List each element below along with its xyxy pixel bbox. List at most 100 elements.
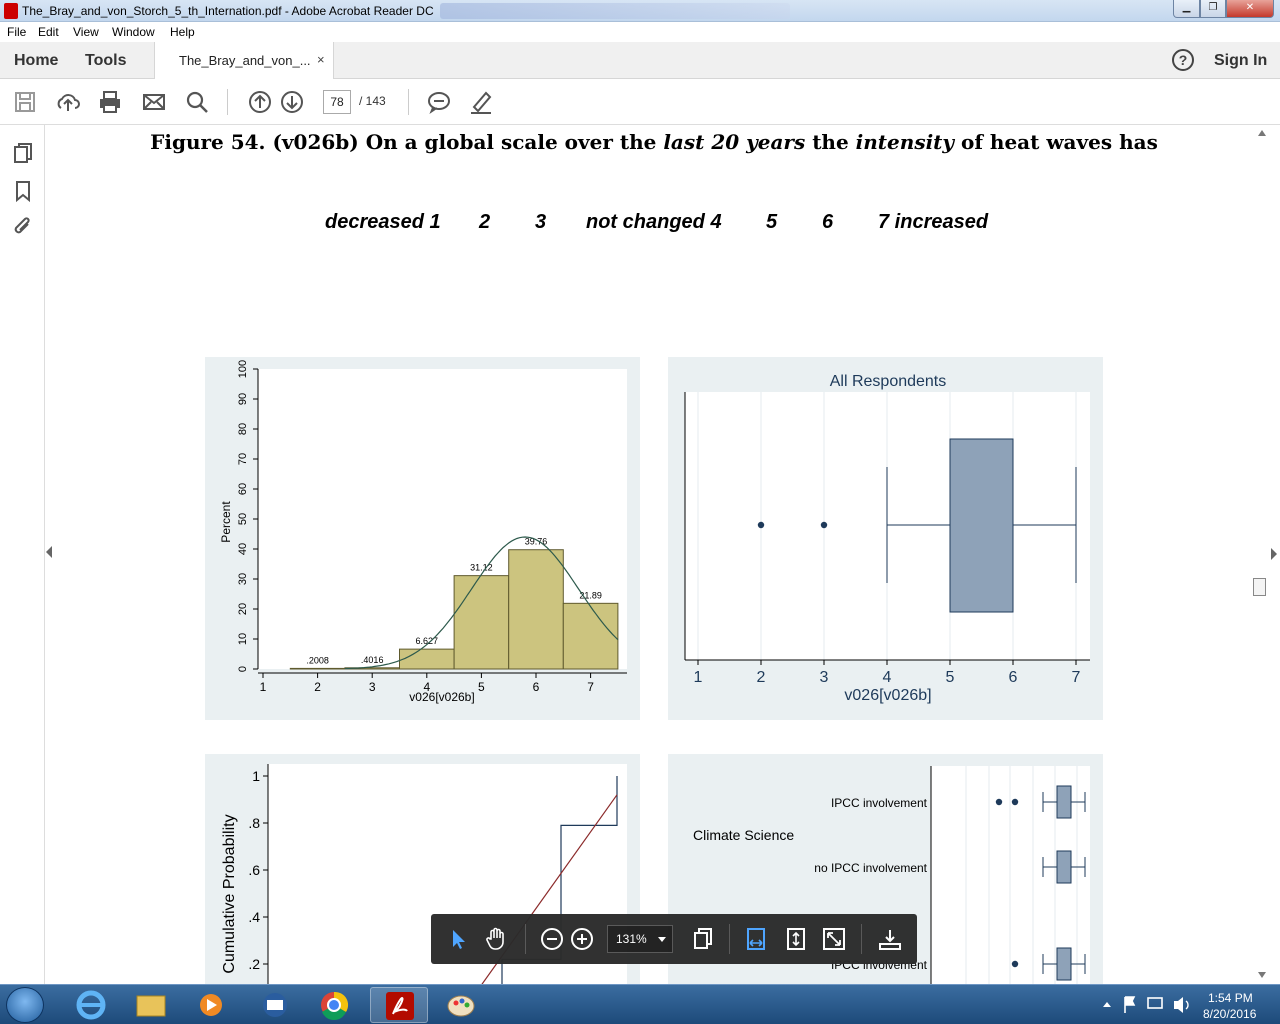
menu-file[interactable]: File <box>7 25 26 39</box>
boxplot-chart: All Respondents 1 2 3 4 5 6 7 v026[v026b] <box>684 373 1090 704</box>
bookmark-icon[interactable] <box>11 179 35 203</box>
menu-view[interactable]: View <box>73 25 99 39</box>
fit-width-icon[interactable] <box>743 926 769 952</box>
internet-explorer-icon[interactable] <box>62 987 120 1023</box>
background-window-ghost <box>440 3 790 19</box>
y-tick-label: .2 <box>248 956 260 972</box>
histogram-panel: 0 10 20 30 40 50 60 70 80 90 100.2008.4016 6.627 31.… <box>205 357 640 720</box>
page-thumbnails-icon[interactable] <box>11 141 35 165</box>
hand-tool-icon[interactable] <box>483 926 509 952</box>
outlier-point <box>820 521 828 529</box>
cloud-upload-icon[interactable] <box>55 89 81 115</box>
minimize-button[interactable]: ▁ <box>1173 0 1200 18</box>
boxplot-title: All Respondents <box>830 373 947 390</box>
menu-window[interactable]: Window <box>112 25 155 39</box>
close-button[interactable]: ✕ <box>1226 0 1274 18</box>
series-label: no IPCC involvement <box>814 861 927 875</box>
maximize-button[interactable]: ❐ <box>1200 0 1226 18</box>
file-explorer-icon[interactable] <box>122 987 180 1023</box>
scroll-up-icon[interactable] <box>1258 130 1266 136</box>
volume-icon <box>1174 997 1183 1013</box>
outlier-point <box>757 521 765 529</box>
y-axis-label: Cumulative Probability <box>221 814 238 973</box>
previous-page-icon[interactable] <box>247 89 273 115</box>
floatbar-divider <box>525 924 526 954</box>
zoom-level-dropdown[interactable]: 131% <box>607 925 673 953</box>
title-bar: The_Bray_and_von_Storch_5_th_Internation… <box>0 0 1280 22</box>
zoom-in-icon[interactable] <box>569 926 595 952</box>
y-tick-label: 30 <box>237 573 249 585</box>
floating-page-toolbar: 131% <box>431 914 917 964</box>
scroll-down-icon[interactable] <box>1258 972 1266 978</box>
scroll-thumb[interactable] <box>1253 578 1266 596</box>
box-iqr <box>949 438 1014 613</box>
histogram-bar <box>508 549 564 670</box>
acrobat-window: The_Bray_and_von_Storch_5_th_Internation… <box>0 0 1280 1024</box>
x-tick-label: 4 <box>883 669 892 686</box>
bar-value-label: .2008 <box>306 655 329 665</box>
menu-edit[interactable]: Edit <box>38 25 59 39</box>
y-tick-label: 80 <box>237 423 249 435</box>
select-pointer-icon[interactable] <box>445 926 471 952</box>
figure-title: Figure 54. (v026b) On a global scale ove… <box>150 130 1158 154</box>
menu-bar: File Edit View Window Help <box>0 22 1280 42</box>
fit-page-icon[interactable] <box>783 926 809 952</box>
tab-tools[interactable]: Tools <box>85 52 126 70</box>
comment-icon[interactable] <box>426 89 452 115</box>
series-label: IPCC involvement <box>831 796 928 810</box>
box-iqr <box>1056 947 1072 981</box>
toolbar: 78 / 143 <box>0 79 1280 125</box>
floatbar-divider <box>861 924 862 954</box>
next-page-icon[interactable] <box>279 89 305 115</box>
start-button[interactable] <box>6 987 44 1023</box>
x-tick-label: 5 <box>478 680 485 694</box>
search-icon[interactable] <box>184 89 210 115</box>
document-view: Figure 54. (v026b) On a global scale ove… <box>56 125 1252 985</box>
sign-pen-icon[interactable] <box>468 89 494 115</box>
full-screen-icon[interactable] <box>821 926 847 952</box>
help-icon[interactable]: ? <box>1172 49 1194 71</box>
download-icon[interactable] <box>877 926 903 952</box>
window-title: The_Bray_and_von_Storch_5_th_Internation… <box>22 4 434 18</box>
print-icon[interactable] <box>97 89 123 115</box>
save-icon[interactable] <box>12 89 38 115</box>
expand-right-pane-icon[interactable] <box>1271 548 1277 560</box>
acrobat-taskbar-icon[interactable] <box>370 987 428 1023</box>
y-tick-label: 90 <box>237 393 249 405</box>
menu-help[interactable]: Help <box>170 25 195 39</box>
paint-icon[interactable] <box>432 987 490 1023</box>
x-tick-label: 1 <box>260 680 267 694</box>
email-icon[interactable] <box>141 89 167 115</box>
scale-label-2: 2 <box>479 211 491 233</box>
left-navigation-pane <box>0 125 45 985</box>
scale-label-3: 3 <box>535 211 547 233</box>
tab-document-label: The_Bray_and_von_... <box>179 53 311 68</box>
network-icon <box>1147 997 1163 1009</box>
attachment-icon[interactable] <box>11 215 35 239</box>
chrome-icon[interactable] <box>305 987 363 1023</box>
zoom-out-icon[interactable] <box>539 926 565 952</box>
x-axis-label: v026[v026b] <box>844 687 931 704</box>
y-tick-label: 0 <box>237 666 249 672</box>
toolbar-divider <box>227 89 228 115</box>
y-tick-label: 100 <box>237 360 249 378</box>
windows-taskbar: 1:54 PM 8/20/2016 <box>0 984 1280 1024</box>
scale-label-4: not changed 4 <box>586 211 722 233</box>
acrobat-app-icon <box>4 3 18 19</box>
page-view-icon[interactable] <box>690 926 716 952</box>
tab-close-icon[interactable]: × <box>317 52 325 67</box>
tab-document[interactable]: The_Bray_and_von_... × <box>154 42 334 79</box>
page-number-input[interactable]: 78 <box>323 90 351 114</box>
histogram-bar <box>562 602 619 670</box>
scale-label-1: decreased 1 <box>325 211 441 233</box>
scale-label-6: 6 <box>822 211 834 233</box>
y-axis-label: Percent <box>219 501 233 543</box>
thunderbird-icon[interactable] <box>246 987 304 1023</box>
tab-home[interactable]: Home <box>14 52 58 70</box>
media-player-icon[interactable] <box>182 987 240 1023</box>
y-tick-label: 50 <box>237 513 249 525</box>
x-tick-label: 2 <box>314 680 321 694</box>
sign-in-link[interactable]: Sign In <box>1214 52 1267 70</box>
floatbar-divider <box>729 924 730 954</box>
collapse-left-pane-icon[interactable] <box>46 546 52 558</box>
